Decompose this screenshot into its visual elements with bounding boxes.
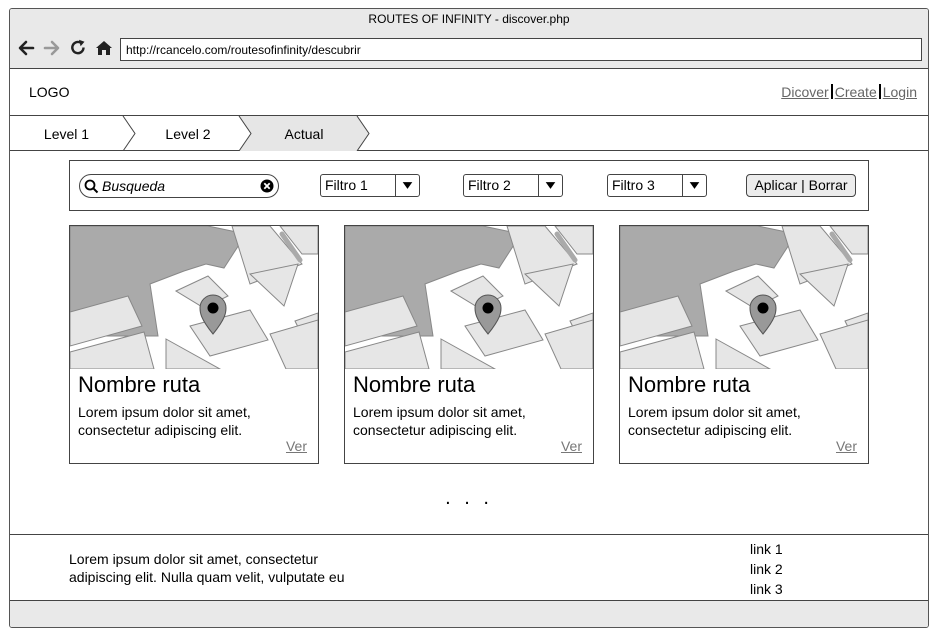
home-icon[interactable] <box>94 38 114 58</box>
back-arrow-icon[interactable] <box>16 38 36 58</box>
search-input[interactable]: Busqueda <box>79 174 279 198</box>
more-indicator: . . . <box>445 487 493 509</box>
address-bar[interactable]: http://rcancelo.com/routesofinfinity/des… <box>120 38 922 61</box>
top-nav: Dicover Create Login <box>781 84 917 100</box>
filter1-select[interactable]: Filtro 1 <box>320 174 420 197</box>
browser-chrome: ROUTES OF INFINITY - discover.php http:/… <box>10 9 928 69</box>
status-bar <box>10 601 928 627</box>
map-illustration <box>619 225 869 370</box>
clear-icon[interactable] <box>260 179 274 193</box>
route-description: Lorem ipsum dolor sit amet, consectetur … <box>78 404 251 438</box>
view-route-link[interactable]: Ver <box>286 438 307 454</box>
route-card: Nombre ruta Lorem ipsum dolor sit amet, … <box>344 225 594 464</box>
nav-separator <box>878 84 881 99</box>
map-image <box>344 225 594 370</box>
footer-link-2[interactable]: link 2 <box>750 559 783 579</box>
apply-clear-button[interactable]: Aplicar | Borrar <box>746 174 856 197</box>
route-description: Lorem ipsum dolor sit amet, consectetur … <box>628 404 801 438</box>
route-card: Nombre ruta Lorem ipsum dolor sit amet, … <box>69 225 319 464</box>
chevron-down-icon <box>538 175 556 196</box>
filter3-label: Filtro 3 <box>612 177 655 193</box>
filter3-select[interactable]: Filtro 3 <box>607 174 707 197</box>
filter-bar: Busqueda Filtro 1 Filtro 2 Filtro 3 Apli… <box>69 160 869 211</box>
filter2-select[interactable]: Filtro 2 <box>463 174 563 197</box>
map-image <box>619 225 869 370</box>
route-name: Nombre ruta <box>78 372 201 397</box>
nav-link-create[interactable]: Create <box>835 84 877 100</box>
search-value: Busqueda <box>102 178 166 194</box>
footer-link-3[interactable]: link 3 <box>750 579 783 599</box>
route-card: Nombre ruta Lorem ipsum dolor sit amet, … <box>619 225 869 464</box>
site-footer: Lorem ipsum dolor sit amet, consectetur … <box>10 534 928 601</box>
nav-link-login[interactable]: Login <box>883 84 917 100</box>
browser-window: ROUTES OF INFINITY - discover.php http:/… <box>9 8 929 628</box>
view-route-link[interactable]: Ver <box>836 438 857 454</box>
map-illustration <box>69 225 319 370</box>
forward-arrow-icon[interactable] <box>42 38 62 58</box>
map-image <box>69 225 319 370</box>
filter2-label: Filtro 2 <box>468 177 511 193</box>
footer-text: Lorem ipsum dolor sit amet, consectetur … <box>69 551 345 585</box>
logo: LOGO <box>29 84 70 100</box>
breadcrumb: Level 1 Level 2 Actual <box>10 116 928 151</box>
search-icon <box>84 179 99 194</box>
breadcrumb-item-actual: Actual <box>284 125 324 142</box>
route-name: Nombre ruta <box>628 372 751 397</box>
site-header: LOGO Dicover Create Login <box>10 69 928 116</box>
route-description: Lorem ipsum dolor sit amet, consectetur … <box>353 404 526 438</box>
map-illustration <box>344 225 594 370</box>
nav-link-discover[interactable]: Dicover <box>781 84 828 100</box>
filter1-label: Filtro 1 <box>325 177 368 193</box>
chevron-down-icon <box>682 175 700 196</box>
breadcrumb-item-level1[interactable]: Level 1 <box>10 116 123 151</box>
view-route-link[interactable]: Ver <box>561 438 582 454</box>
footer-link-1[interactable]: link 1 <box>750 539 783 559</box>
breadcrumb-item-level2[interactable]: Level 2 <box>132 116 244 151</box>
footer-links: link 1 link 2 link 3 <box>750 539 783 599</box>
window-title: ROUTES OF INFINITY - discover.php <box>368 12 570 26</box>
reload-icon[interactable] <box>68 38 88 58</box>
chevron-down-icon <box>395 175 413 196</box>
nav-separator <box>830 84 833 99</box>
route-name: Nombre ruta <box>353 372 476 397</box>
